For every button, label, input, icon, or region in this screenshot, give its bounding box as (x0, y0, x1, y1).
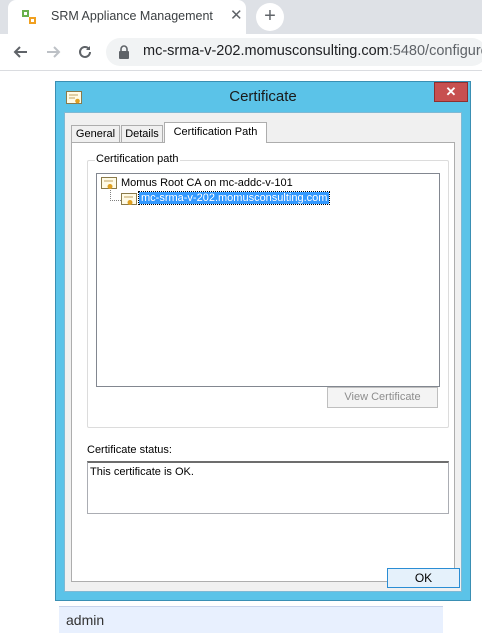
tab-general[interactable]: General (71, 125, 120, 142)
lock-icon[interactable] (117, 45, 131, 59)
tree-item-root-ca[interactable]: Momus Root CA on mc-addc-v-101 (121, 177, 293, 189)
dialog-body: General Details Certification Path Certi… (64, 112, 462, 592)
reload-icon[interactable] (73, 40, 97, 64)
srm-app-favicon-icon (22, 10, 36, 24)
browser-tab[interactable]: SRM Appliance Management ✕ (8, 0, 246, 34)
ok-button[interactable]: OK (387, 568, 460, 588)
certification-path-group: Certification path Momus Root CA on mc-a… (87, 153, 449, 428)
certificate-dialog: Certificate ✕ General Details Certificat… (55, 81, 471, 601)
new-tab-button[interactable]: + (256, 3, 284, 31)
tree-item-server-cert[interactable]: mc-srma-v-202.momusconsulting.com (137, 191, 331, 205)
certificate-status-box[interactable]: This certificate is OK. (87, 461, 449, 514)
tab-title: SRM Appliance Management (51, 9, 213, 23)
dialog-close-button[interactable]: ✕ (434, 82, 468, 102)
back-arrow-icon[interactable] (9, 40, 33, 64)
certification-path-tree[interactable]: Momus Root CA on mc-addc-v-101 mc-srma-v… (96, 173, 440, 387)
tab-certification-path[interactable]: Certification Path (164, 122, 267, 143)
certification-path-label: Certification path (95, 153, 180, 165)
forward-arrow-icon[interactable] (41, 40, 65, 64)
username-field[interactable]: admin (59, 606, 443, 633)
root-certificate-icon (101, 177, 117, 189)
tab-details[interactable]: Details (121, 125, 163, 142)
address-bar[interactable]: mc-srma-v-202.momusconsulting.com:5480/c… (106, 38, 482, 66)
browser-toolbar: mc-srma-v-202.momusconsulting.com:5480/c… (0, 34, 482, 71)
url-path: :5480/configure/ (388, 43, 482, 59)
certificate-status-label: Certificate status: (87, 444, 172, 456)
dialog-title: Certificate (229, 88, 297, 105)
url-text: mc-srma-v-202.momusconsulting.com:5480/c… (143, 43, 482, 59)
certificate-status-text: This certificate is OK. (90, 466, 194, 478)
view-certificate-button[interactable]: View Certificate (327, 387, 438, 408)
close-tab-icon[interactable]: ✕ (230, 7, 243, 25)
certification-path-panel: Certification path Momus Root CA on mc-a… (71, 142, 455, 582)
browser-tab-strip: SRM Appliance Management ✕ + (0, 0, 482, 34)
username-value: admin (66, 612, 105, 628)
url-host: mc-srma-v-202.momusconsulting.com (143, 43, 389, 59)
server-certificate-icon (121, 193, 137, 205)
